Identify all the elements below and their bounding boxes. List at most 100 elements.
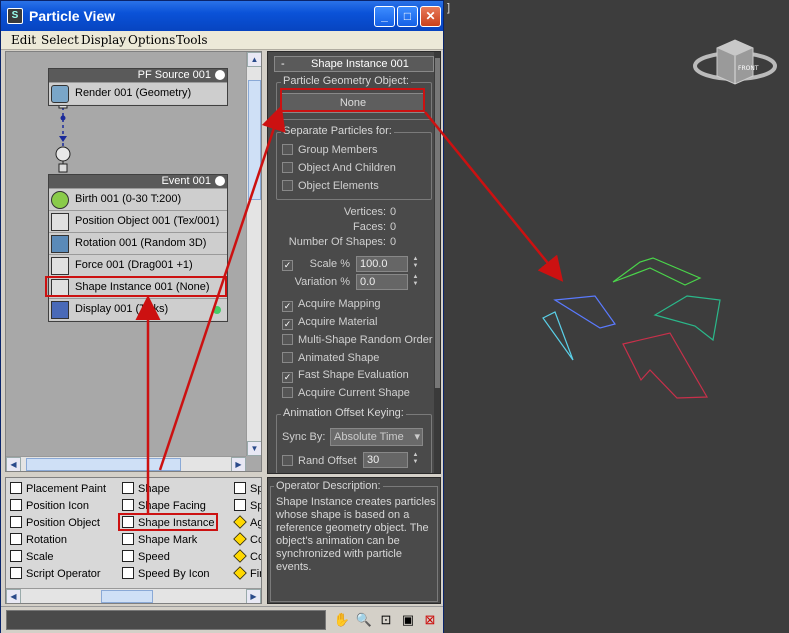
zoom-icon[interactable]: 🔍 — [355, 611, 373, 629]
depot-position-object[interactable]: Position Object — [10, 516, 100, 532]
menu-options[interactable]: Options — [128, 33, 175, 47]
checkbox-checked-icon[interactable]: ✓ — [282, 319, 293, 330]
checkbox-icon[interactable] — [282, 334, 293, 345]
scroll-thumb[interactable] — [26, 458, 181, 471]
depot-speed-by-icon[interactable]: Speed By Icon — [122, 567, 210, 583]
title-bar[interactable]: S Particle View _ □ ✕ — [1, 1, 443, 31]
checkbox-checked-icon[interactable]: ✓ — [282, 372, 293, 383]
scroll-up-arrow-icon[interactable]: ▲ — [247, 52, 261, 67]
zoom-extents-icon[interactable]: ▣ — [399, 611, 417, 629]
checkbox-icon[interactable] — [282, 180, 293, 191]
checkbox-animated-shape[interactable]: Animated Shape — [282, 352, 379, 368]
event-node[interactable]: Event 001 Birth 001 (0-30 T:200) Positio… — [48, 174, 228, 322]
particle-shape — [622, 332, 709, 399]
operator-birth[interactable]: Birth 001 (0-30 T:200) — [49, 188, 227, 210]
depot-position-icon[interactable]: Position Icon — [10, 499, 89, 515]
particle-shape — [612, 257, 702, 286]
particle-shape — [653, 295, 721, 342]
operator-render[interactable]: Render 001 (Geometry) — [49, 82, 227, 104]
scroll-thumb[interactable] — [435, 58, 440, 388]
zoom-region-icon[interactable]: ⊡ — [377, 611, 395, 629]
event-header[interactable]: Event 001 — [49, 175, 227, 188]
scroll-thumb[interactable] — [248, 80, 261, 200]
speed-icon — [122, 550, 134, 562]
checkbox-checked-icon[interactable]: ✓ — [282, 260, 293, 271]
menu-tools[interactable]: Tools — [176, 33, 208, 47]
view-cube-icon[interactable]: FRONT — [693, 39, 777, 85]
checkbox-multi-shape-random-order[interactable]: Multi-Shape Random Order — [282, 334, 433, 350]
checkbox-acquire-current-shape[interactable]: Acquire Current Shape — [282, 387, 410, 403]
operator-force[interactable]: Force 001 (Drag001 +1) — [49, 254, 227, 276]
depot-script-operator[interactable]: Script Operator — [10, 567, 101, 583]
3d-viewport[interactable]: ] FRONT — [445, 0, 789, 633]
highlight-depot-shape-instance — [118, 513, 218, 531]
depot-placement-paint[interactable]: Placement Paint — [10, 482, 106, 498]
panel-scrollbar[interactable] — [434, 52, 440, 473]
checkbox-group-members[interactable]: Group Members — [282, 144, 377, 160]
depot-col3-item[interactable]: Sp — [234, 499, 261, 515]
operator-display[interactable]: Display 001 (Ticks) — [49, 298, 227, 320]
pan-hand-icon[interactable]: ✋ — [333, 611, 351, 629]
variation-spinner-icon[interactable]: ▲ ▼ — [411, 274, 420, 290]
lightbulb-icon[interactable] — [215, 70, 225, 80]
particle-graph[interactable]: PF Source 001 Render 001 (Geometry) Even… — [5, 51, 262, 472]
minimize-button[interactable]: _ — [374, 6, 395, 27]
scroll-left-arrow-icon[interactable]: ◀ — [6, 457, 21, 471]
operator-rotation[interactable]: Rotation 001 (Random 3D) — [49, 232, 227, 254]
menu-select[interactable]: Select — [41, 33, 79, 47]
checkbox-icon[interactable] — [282, 144, 293, 155]
depot-shape[interactable]: Shape — [122, 482, 170, 498]
position-object-icon — [10, 516, 22, 528]
scroll-down-arrow-icon[interactable]: ▼ — [247, 441, 261, 456]
menu-edit[interactable]: Edit — [11, 33, 36, 47]
scroll-right-arrow-icon[interactable]: ▶ — [231, 457, 246, 471]
checkbox-checked-icon[interactable]: ✓ — [282, 301, 293, 312]
menu-display[interactable]: Display — [81, 33, 126, 47]
depot-rotation[interactable]: Rotation — [10, 533, 67, 549]
graph-vertical-scrollbar[interactable]: ▲ ▼ — [246, 52, 261, 456]
rollout-header-shape-instance[interactable]: - Shape Instance 001 — [274, 56, 434, 72]
pf-source-header[interactable]: PF Source 001 — [49, 69, 227, 82]
depot-col3-item[interactable]: Co — [233, 532, 261, 549]
graph-horizontal-scrollbar[interactable]: ◀ ▶ — [6, 456, 246, 471]
variation-input[interactable]: 0.0 — [356, 274, 408, 290]
checkbox-object-elements[interactable]: Object Elements — [282, 180, 379, 196]
rand-offset-input[interactable]: 30 — [363, 452, 408, 468]
scroll-thumb[interactable] — [101, 590, 153, 603]
checkbox-icon[interactable] — [282, 352, 293, 363]
operator-position-object[interactable]: Position Object 001 (Tex/001) — [49, 210, 227, 232]
chevron-down-icon: ▾ — [414, 431, 420, 443]
lightbulb-icon[interactable] — [215, 176, 225, 186]
close-button[interactable]: ✕ — [420, 6, 441, 27]
scroll-right-arrow-icon[interactable]: ▶ — [246, 589, 261, 603]
maximize-button[interactable]: □ — [397, 6, 418, 27]
force-icon — [51, 257, 69, 275]
checkbox-rand-offset[interactable]: Rand Offset — [282, 455, 357, 471]
checkbox-icon[interactable] — [282, 387, 293, 398]
depot-speed[interactable]: Speed — [122, 550, 170, 566]
checkbox-icon[interactable] — [282, 162, 293, 173]
display-status-dot — [213, 306, 221, 314]
checkbox-acquire-material[interactable]: ✓ Acquire Material — [282, 316, 377, 332]
no-draw-icon[interactable]: ⊠ — [421, 611, 439, 629]
scale-spinner-icon[interactable]: ▲ ▼ — [411, 256, 420, 272]
depot-horizontal-scrollbar[interactable]: ◀ ▶ — [6, 588, 261, 603]
checkbox-scale[interactable]: ✓ — [282, 257, 298, 273]
checkbox-acquire-mapping[interactable]: ✓ Acquire Mapping — [282, 298, 381, 314]
depot-col3-item[interactable]: Fir — [233, 566, 261, 583]
checkbox-object-and-children[interactable]: Object And Children — [282, 162, 396, 178]
depot-col3-item[interactable]: Sp — [234, 482, 261, 498]
sync-by-dropdown[interactable]: Absolute Time ▾ — [330, 428, 423, 446]
rand-offset-spinner-icon[interactable]: ▲ ▼ — [411, 452, 420, 468]
depot-col3-item[interactable]: Ag — [233, 515, 261, 532]
scroll-left-arrow-icon[interactable]: ◀ — [6, 589, 21, 603]
checkbox-fast-shape-evaluation[interactable]: ✓ Fast Shape Evaluation — [282, 369, 409, 385]
checkbox-icon[interactable] — [282, 455, 293, 466]
depot-scale[interactable]: Scale — [10, 550, 54, 566]
scale-input[interactable]: 100.0 — [356, 256, 408, 272]
test-diamond-icon — [233, 566, 247, 580]
status-bar: ✋ 🔍 ⊡ ▣ ⊠ — [1, 606, 443, 633]
depot-col3-item[interactable]: Co — [233, 549, 261, 566]
pf-source-node[interactable]: PF Source 001 Render 001 (Geometry) — [48, 68, 228, 106]
depot-shape-mark[interactable]: Shape Mark — [122, 533, 197, 549]
